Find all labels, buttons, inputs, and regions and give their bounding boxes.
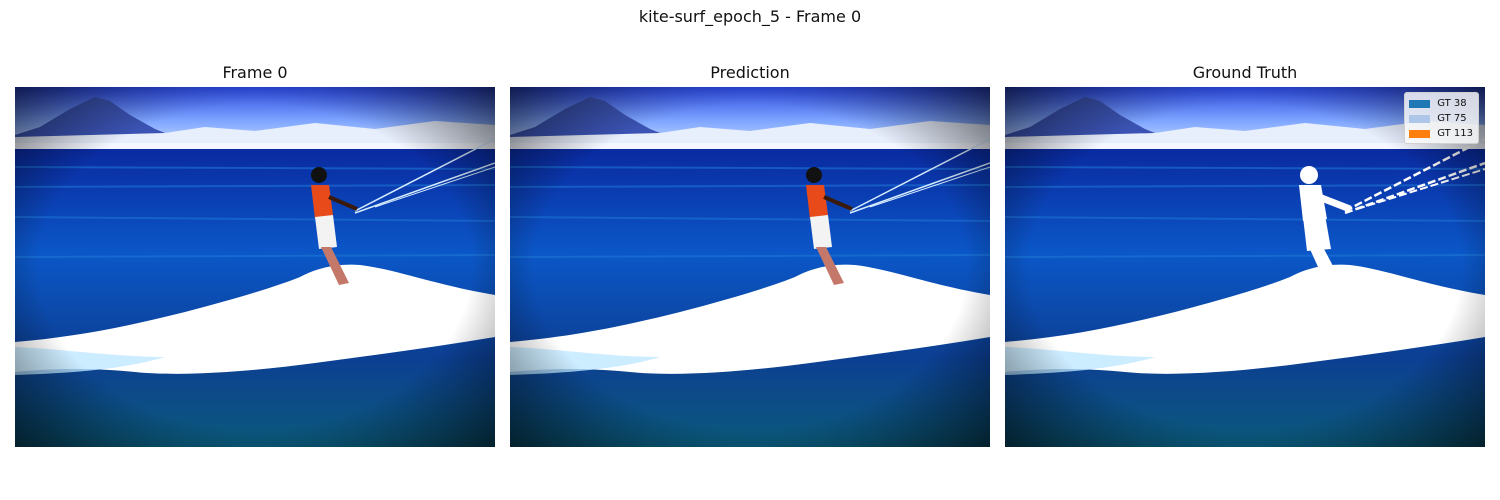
legend-swatch — [1409, 99, 1431, 108]
panel-ground-truth: Ground Truth GT 38 GT 75 GT 113 — [1005, 60, 1485, 447]
prediction-image — [510, 87, 990, 447]
legend-label: GT 38 — [1437, 97, 1467, 109]
figure-suptitle: kite-surf_epoch_5 - Frame 0 — [638, 7, 862, 26]
panel-title-ground-truth: Ground Truth — [1192, 63, 1298, 82]
legend-swatch — [1409, 114, 1431, 123]
frame-image — [15, 87, 495, 447]
panel-frame: Frame 0 — [15, 60, 495, 447]
legend-swatch — [1409, 129, 1431, 138]
legend-item: GT 38 — [1409, 96, 1473, 111]
legend: GT 38 GT 75 GT 113 — [1404, 92, 1479, 144]
kitesurf-scene — [510, 87, 990, 447]
legend-item: GT 113 — [1409, 126, 1473, 141]
panel-title-prediction: Prediction — [710, 63, 790, 82]
panel-title-frame: Frame 0 — [222, 63, 288, 82]
kitesurf-scene — [15, 87, 495, 447]
legend-label: GT 113 — [1437, 127, 1473, 139]
ground-truth-image: GT 38 GT 75 GT 113 — [1005, 87, 1485, 447]
legend-item: GT 75 — [1409, 111, 1473, 126]
legend-label: GT 75 — [1437, 112, 1467, 124]
panel-prediction: Prediction — [510, 60, 990, 447]
